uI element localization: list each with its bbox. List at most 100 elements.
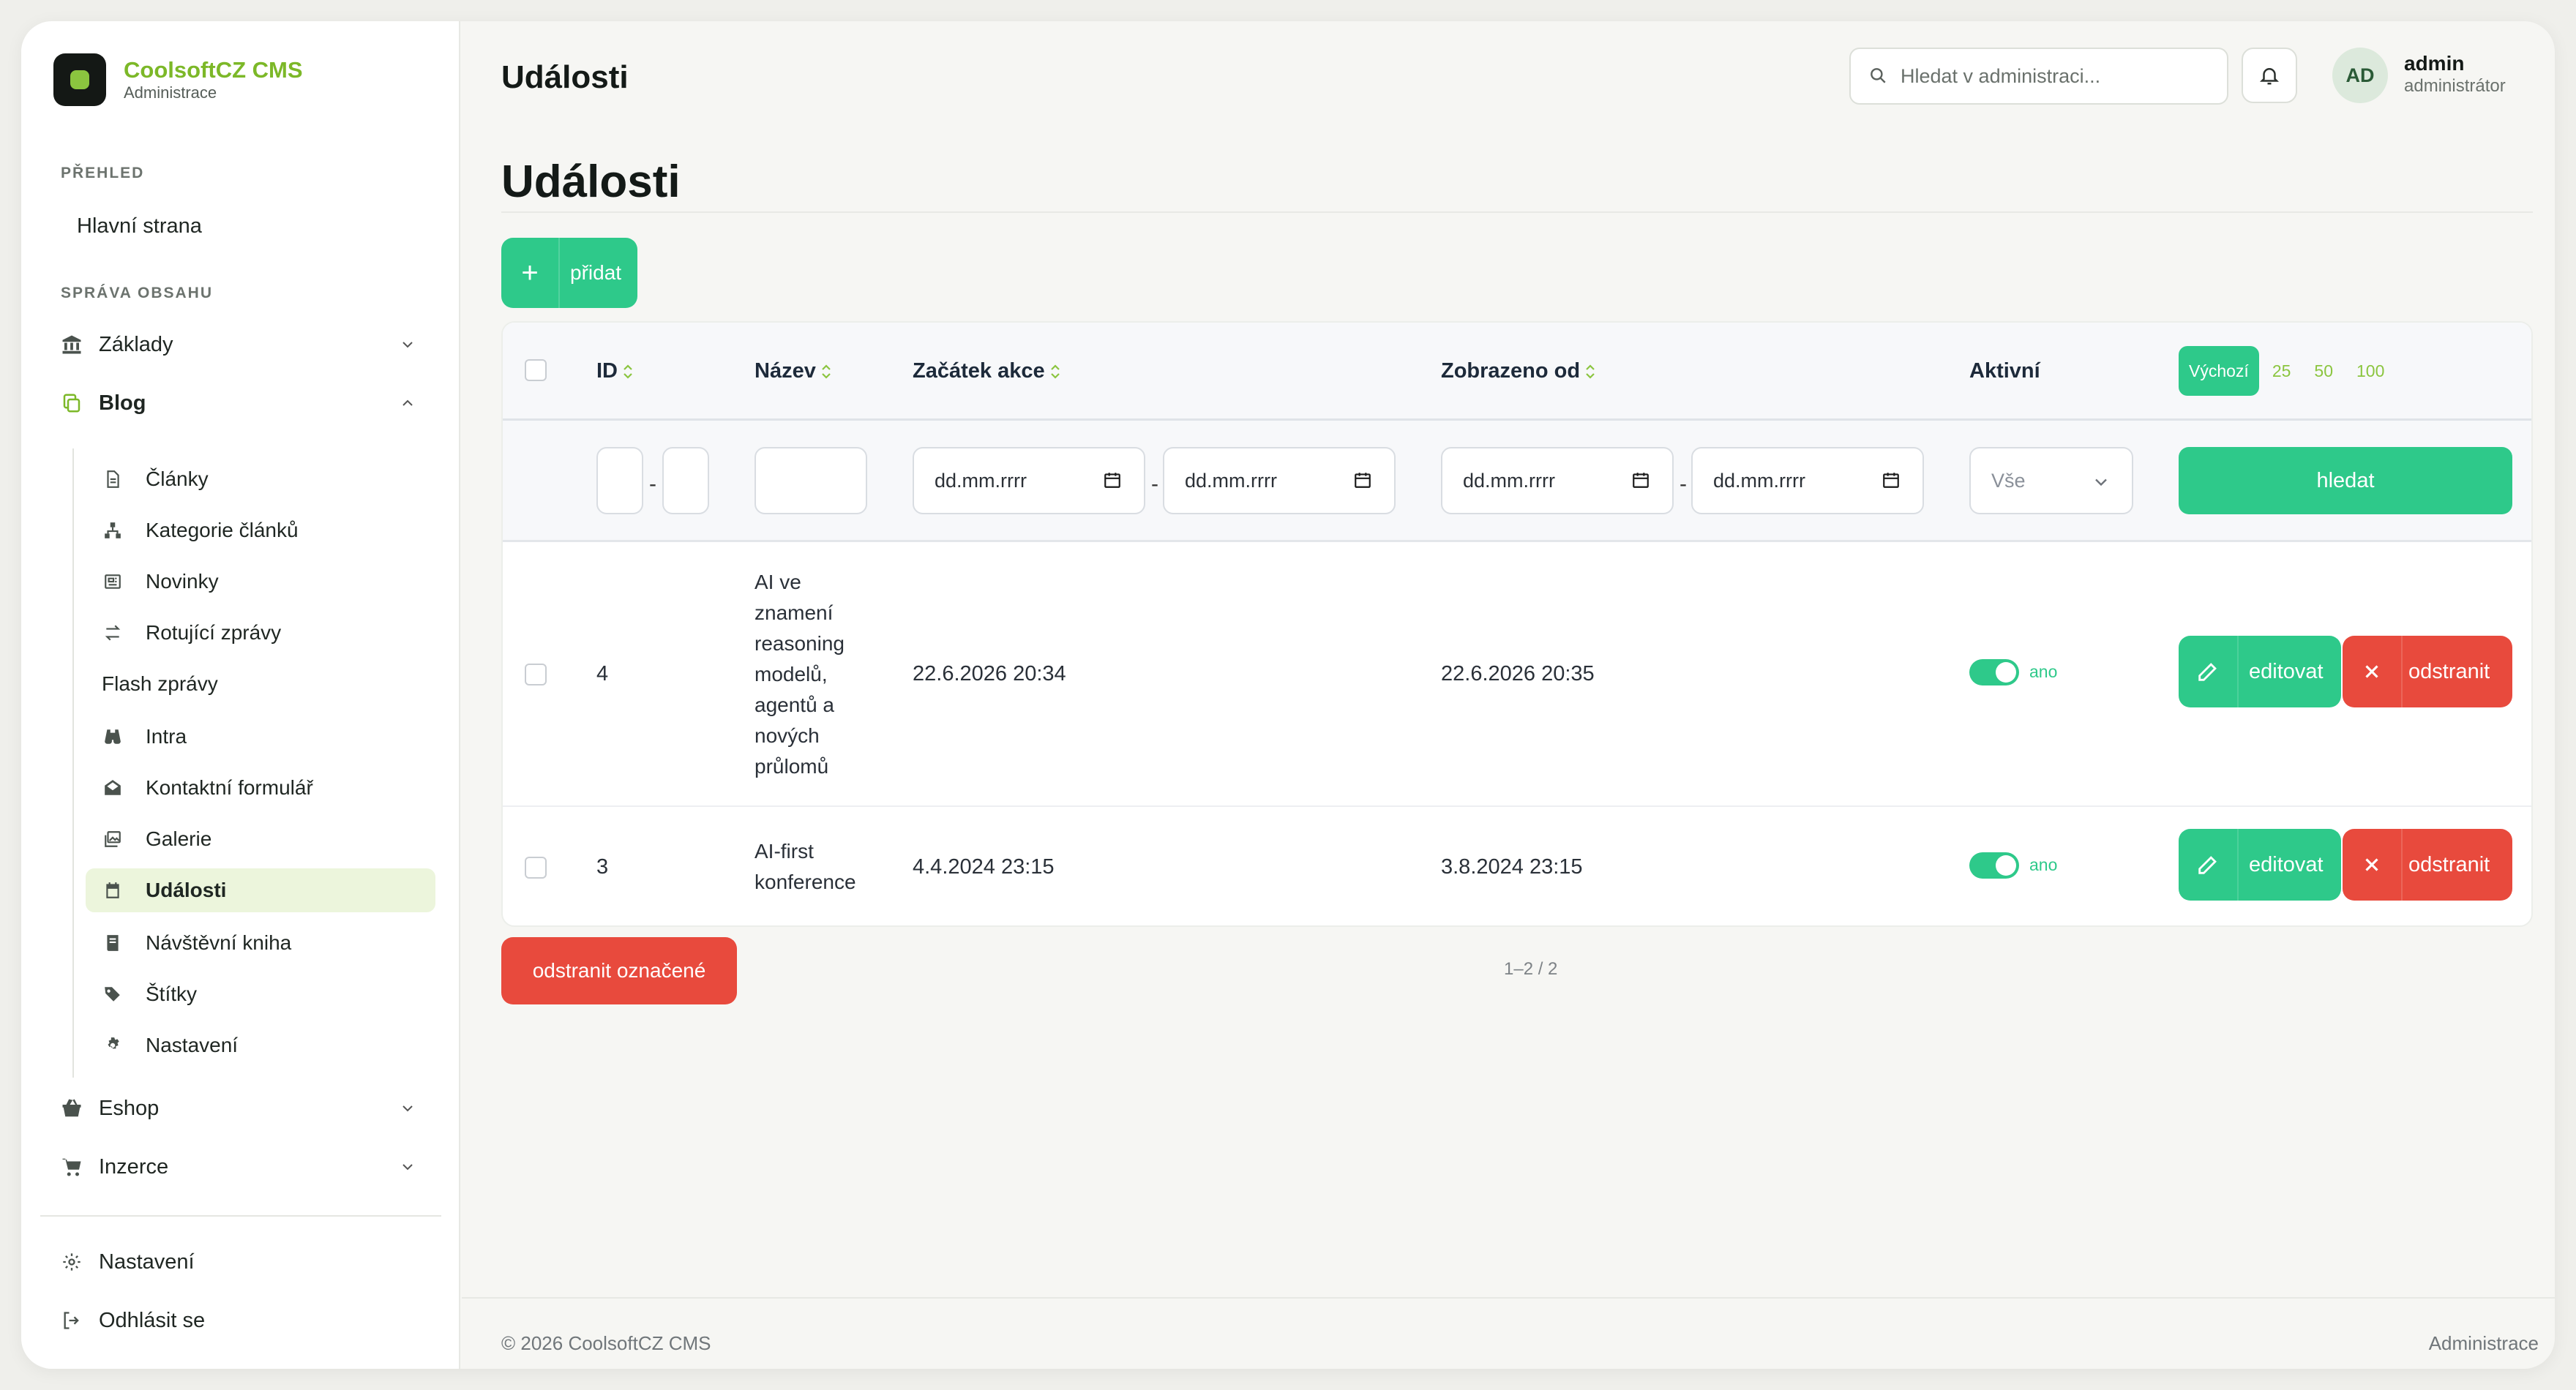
gear-icon: [59, 1250, 84, 1274]
row-checkbox[interactable]: [525, 664, 547, 685]
footer-copyright: © 2026 CoolsoftCZ CMS: [501, 1332, 711, 1354]
column-label: Aktivní: [1969, 359, 2040, 383]
divider: [462, 1297, 2555, 1299]
active-toggle[interactable]: [1969, 852, 2019, 879]
delete-button-label: odstranit: [2408, 659, 2490, 683]
shown-to-date-input[interactable]: dd.mm.rrrr: [1691, 447, 1924, 514]
edit-button[interactable]: editovat: [2179, 829, 2341, 901]
column-header-shown-from[interactable]: Zobrazeno od: [1441, 359, 1598, 383]
sidebar-item-flash[interactable]: Flash zprávy: [86, 662, 435, 706]
app-window: CoolsoftCZ CMS Administrace PŘEHLED Hlav…: [21, 21, 2555, 1369]
column-header-id[interactable]: ID: [596, 359, 635, 383]
row-id: 3: [596, 855, 609, 879]
active-toggle[interactable]: [1969, 659, 2019, 685]
sidebar: CoolsoftCZ CMS Administrace PŘEHLED Hlav…: [21, 21, 460, 1369]
chevron-down-icon: [399, 1100, 416, 1117]
sidebar-item-label: Návštěvní kniha: [146, 931, 292, 954]
calendar-icon[interactable]: [1882, 470, 1902, 491]
id-to-input[interactable]: [662, 447, 709, 514]
per-page-25[interactable]: 25: [2262, 346, 2302, 396]
delete-button[interactable]: odstranit: [2343, 636, 2512, 707]
search-box[interactable]: [1849, 48, 2228, 105]
sidebar-item-eshop[interactable]: Eshop: [59, 1085, 440, 1132]
sidebar-item-kategorie[interactable]: Kategorie článků: [86, 508, 435, 552]
chevron-up-icon: [399, 394, 416, 412]
sidebar-item-label: Novinky: [146, 570, 219, 593]
avatar[interactable]: AD: [2332, 48, 2388, 103]
sidebar-item-kniha[interactable]: Návštěvní kniha: [86, 921, 435, 965]
name-filter-input[interactable]: [755, 447, 867, 514]
calendar-icon[interactable]: [1631, 470, 1652, 491]
sidebar-item-settings[interactable]: Nastavení: [59, 1239, 440, 1285]
cart-icon: [59, 1154, 84, 1179]
sidebar-item-novinky[interactable]: Novinky: [86, 560, 435, 604]
sort-icon: [819, 361, 834, 382]
add-button[interactable]: + přidat: [501, 238, 637, 308]
shown-from-date-input[interactable]: dd.mm.rrrr: [1441, 447, 1674, 514]
sidebar-item-blog[interactable]: Blog: [59, 380, 440, 427]
date-placeholder: dd.mm.rrrr: [1713, 469, 1805, 492]
sidebar-item-home[interactable]: Hlavní strana: [77, 203, 457, 249]
select-all-checkbox[interactable]: [525, 359, 547, 381]
table-header: ID Název Začátek akce Zobrazeno od Aktiv…: [503, 323, 2531, 421]
sidebar-item-label: Události: [146, 879, 227, 901]
delete-button[interactable]: odstranit: [2343, 829, 2512, 901]
range-dash: -: [649, 472, 656, 496]
row-name: AI ve znamení reasoning modelů, agentů a…: [755, 571, 845, 778]
row-checkbox[interactable]: [525, 857, 547, 879]
page-title: Události: [501, 157, 681, 207]
sidebar-item-kontakt[interactable]: Kontaktní formulář: [86, 766, 435, 810]
bank-icon: [59, 332, 84, 357]
sidebar-item-blog-nastaveni[interactable]: Nastavení: [86, 1023, 435, 1067]
per-page-100[interactable]: 100: [2346, 346, 2395, 396]
start-to-date-input[interactable]: dd.mm.rrrr: [1163, 447, 1396, 514]
active-filter-select[interactable]: Vše: [1969, 447, 2133, 514]
chevron-down-icon: [399, 1158, 416, 1176]
sidebar-item-galerie[interactable]: Galerie: [86, 817, 435, 861]
sidebar-item-zaklady[interactable]: Základy: [59, 321, 440, 368]
per-page-selector: Výchozí 25 50 100: [2179, 346, 2397, 396]
column-header-name[interactable]: Název: [755, 359, 834, 383]
sidebar-item-stitky[interactable]: Štítky: [86, 972, 435, 1016]
row-start: 4.4.2024 23:15: [913, 855, 1055, 879]
search-button[interactable]: hledat: [2179, 447, 2512, 514]
sidebar-item-intra[interactable]: Intra: [86, 715, 435, 759]
basket-icon: [59, 1096, 84, 1121]
brand-subtitle: Administrace: [124, 83, 217, 102]
binoculars-icon: [102, 726, 124, 748]
sidebar-item-clanky[interactable]: Články: [86, 457, 435, 501]
sidebar-item-label: Kontaktní formulář: [146, 776, 313, 799]
sidebar-item-label: Blog: [99, 391, 146, 415]
calendar-icon[interactable]: [1103, 470, 1123, 491]
row-start: 22.6.2026 20:34: [913, 662, 1066, 685]
user-info[interactable]: admin administrátor: [2404, 52, 2506, 97]
divider: [40, 1215, 441, 1217]
newspaper-icon: [102, 571, 124, 593]
pagination-info: 1–2 / 2: [1504, 959, 1558, 979]
search-input[interactable]: [1901, 64, 2208, 88]
start-from-date-input[interactable]: dd.mm.rrrr: [913, 447, 1145, 514]
per-page-50[interactable]: 50: [2304, 346, 2343, 396]
delete-selected-button[interactable]: odstranit označené: [501, 937, 737, 1004]
sidebar-item-rotujici[interactable]: Rotující zprávy: [86, 611, 435, 655]
id-from-input[interactable]: [596, 447, 643, 514]
section-label-content: SPRÁVA OBSAHU: [61, 285, 214, 301]
per-page-default[interactable]: Výchozí: [2179, 346, 2259, 396]
date-placeholder: dd.mm.rrrr: [1463, 469, 1555, 492]
sidebar-item-inzerce[interactable]: Inzerce: [59, 1143, 440, 1190]
edit-button[interactable]: editovat: [2179, 636, 2341, 707]
sidebar-item-logout[interactable]: Odhlásit se: [59, 1297, 440, 1344]
table-row: 4 AI ve znamení reasoning modelů, agentů…: [503, 542, 2531, 807]
sidebar-item-label: Hlavní strana: [77, 214, 202, 238]
calendar-icon[interactable]: [1353, 470, 1374, 491]
brand[interactable]: CoolsoftCZ CMS Administrace: [53, 53, 303, 106]
notifications-button[interactable]: [2242, 48, 2297, 103]
footer-label: Administrace: [2428, 1332, 2539, 1354]
search-icon: [1868, 66, 1889, 86]
range-dash: -: [1151, 472, 1158, 496]
tags-icon: [102, 983, 124, 1005]
sidebar-scroll-fade: [21, 1192, 459, 1215]
column-header-start[interactable]: Začátek akce: [913, 359, 1063, 383]
sidebar-item-udalosti[interactable]: Události: [86, 868, 435, 912]
sidebar-item-label: Základy: [99, 332, 173, 356]
